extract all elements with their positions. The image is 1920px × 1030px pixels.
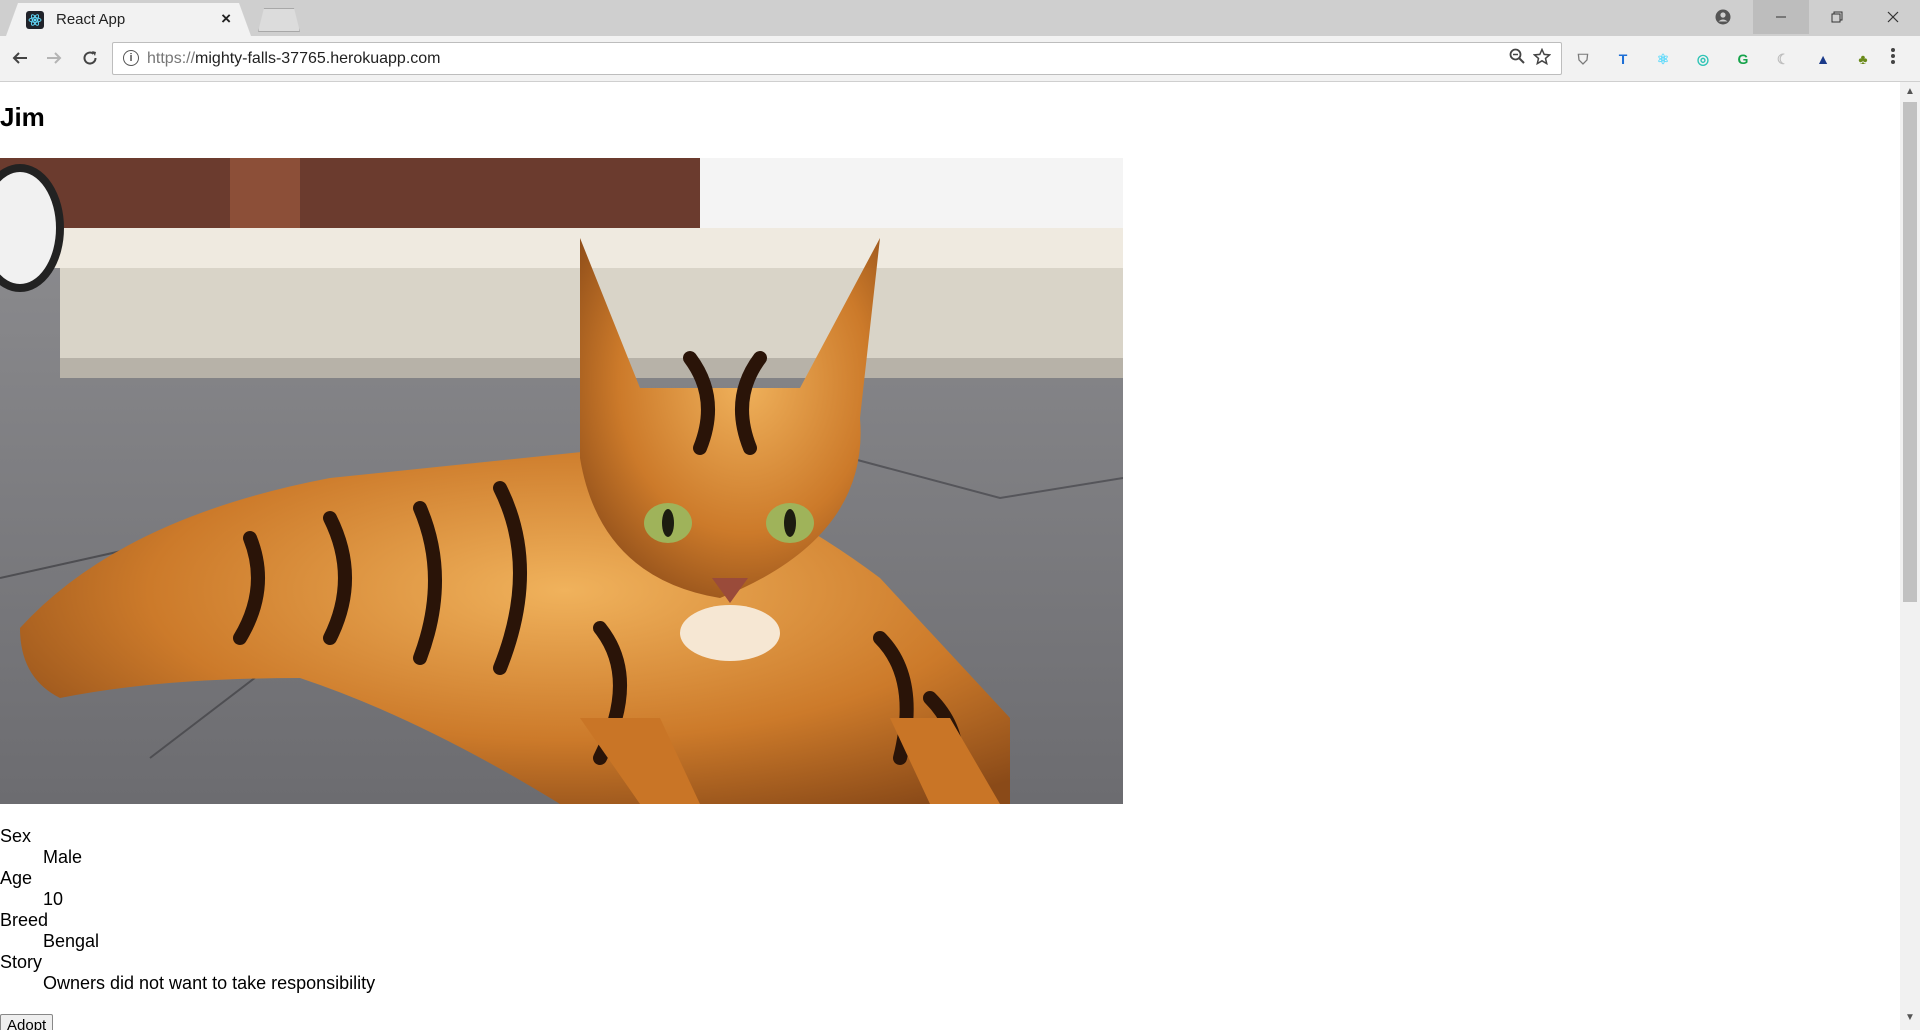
back-arrow-icon[interactable]	[6, 44, 34, 72]
browser-titlebar: React App ×	[0, 0, 1920, 36]
info-icon[interactable]: i	[123, 50, 139, 66]
age-value: 10	[43, 889, 64, 909]
browser-toolbar: i https://mighty-falls-37765.herokuapp.c…	[0, 36, 1920, 82]
pet-name-heading: Jim	[0, 102, 45, 132]
color-extension-icon[interactable]: ◎	[1692, 48, 1714, 70]
kebab-menu-icon[interactable]	[1890, 46, 1896, 72]
react-favicon-icon	[26, 11, 44, 29]
url-host: mighty-falls-37765.herokuapp.com	[195, 50, 441, 67]
sex-value: Male	[43, 847, 83, 867]
plant-extension-icon[interactable]: ♣	[1852, 48, 1874, 70]
close-window-icon[interactable]	[1865, 0, 1920, 34]
adopt-button[interactable]: Adopt	[0, 1014, 54, 1030]
restore-window-icon[interactable]	[1809, 0, 1865, 34]
grammarly-extension-icon[interactable]: G	[1732, 48, 1754, 70]
drive-extension-icon[interactable]: ▲	[1812, 48, 1834, 70]
address-bar[interactable]: i https://mighty-falls-37765.herokuapp.c…	[112, 42, 1562, 75]
story-label: Story	[0, 952, 43, 972]
minimize-window-icon[interactable]	[1753, 0, 1809, 34]
pet-photo	[0, 158, 1123, 804]
zoom-icon[interactable]	[1509, 48, 1525, 69]
react-devtools-extension-icon[interactable]: ⚛	[1652, 48, 1674, 70]
typewriter-extension-icon[interactable]: T	[1612, 48, 1634, 70]
breed-value: Bengal	[43, 931, 100, 951]
breed-label: Breed	[0, 910, 49, 930]
new-tab-button[interactable]	[258, 8, 300, 32]
reload-icon[interactable]	[76, 44, 104, 72]
tab-close-icon[interactable]: ×	[221, 9, 231, 29]
url-text[interactable]: https://mighty-falls-37765.herokuapp.com	[147, 50, 441, 68]
scroll-up-arrow-icon[interactable]: ▲	[1905, 86, 1915, 97]
moon-extension-icon[interactable]: ☾	[1772, 48, 1794, 70]
shield-extension-icon[interactable]: ⛉	[1572, 48, 1594, 70]
page-scrollbar[interactable]: ▲ ▼	[1900, 82, 1920, 1030]
page-viewport: Jim Sex Male Age 10 Breed Bengal Story O…	[0, 82, 1900, 1030]
story-value: Owners did not want to take responsibili…	[43, 973, 376, 993]
scrollbar-thumb[interactable]	[1903, 102, 1917, 602]
scroll-down-arrow-icon[interactable]: ▼	[1905, 1012, 1915, 1023]
tab-title: React App	[56, 11, 126, 28]
forward-arrow-icon[interactable]	[40, 44, 68, 72]
sex-label: Sex	[0, 826, 32, 846]
url-scheme: https://	[147, 50, 196, 67]
browser-tab-active[interactable]: React App ×	[6, 3, 251, 36]
age-label: Age	[0, 868, 33, 888]
profile-icon[interactable]	[1697, 0, 1749, 34]
bookmark-star-icon[interactable]	[1532, 47, 1552, 71]
pet-details-list: Sex Male Age 10 Breed Bengal Story Owner…	[0, 826, 375, 994]
